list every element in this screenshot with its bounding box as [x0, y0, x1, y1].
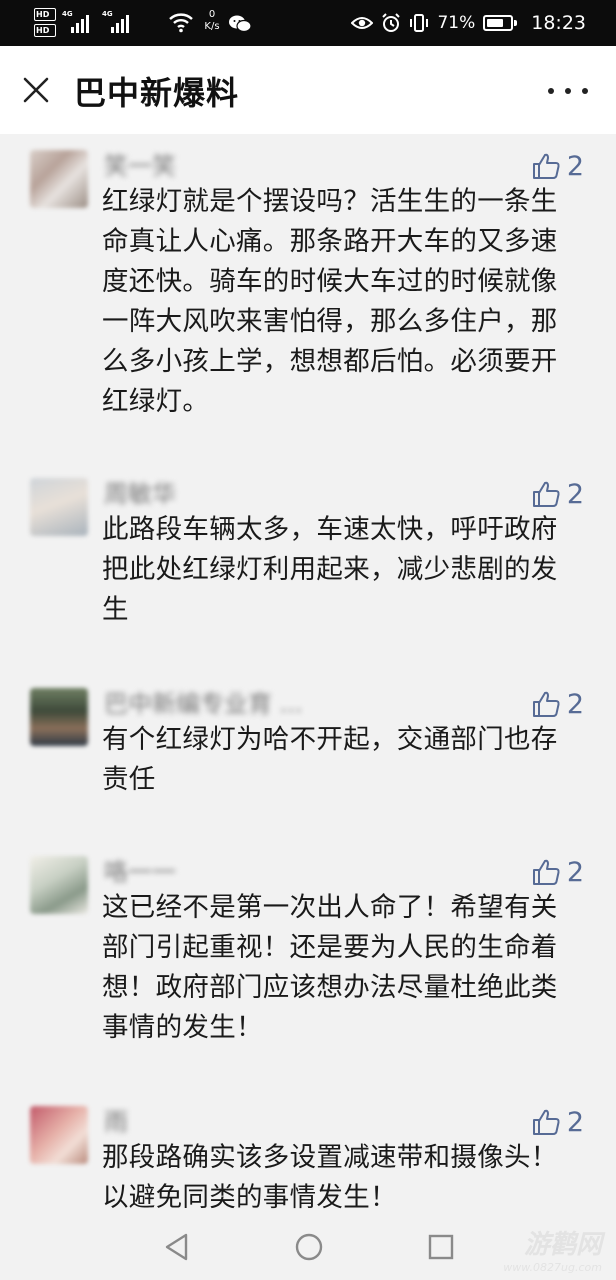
- header: 巴中新爆料: [0, 46, 616, 134]
- battery-fill: [487, 19, 503, 27]
- watermark-brand: 游鹳网: [523, 1230, 602, 1260]
- avatar[interactable]: [30, 1106, 88, 1164]
- hd-badge-1: HD: [34, 8, 56, 21]
- like-count: 2: [566, 150, 584, 182]
- net-speed: 0 K/s: [199, 9, 225, 33]
- like-button[interactable]: 2: [531, 856, 584, 888]
- clock: 18:23: [531, 12, 586, 34]
- watermark-url: www.0827ug.com: [503, 1261, 602, 1274]
- hd-badge-2: HD: [34, 24, 56, 37]
- close-button[interactable]: [18, 72, 54, 108]
- wechat-icon: [229, 15, 252, 33]
- watermark: 游鹳网 www.0827ug.com: [503, 1224, 602, 1274]
- more-icon-dot: [582, 88, 588, 94]
- hd-icon: HD HD: [34, 8, 56, 40]
- eye-icon: [351, 17, 374, 29]
- recent-apps-icon[interactable]: [426, 1232, 456, 1262]
- thumbs-up-icon: [532, 481, 560, 507]
- like-button[interactable]: 2: [531, 688, 584, 720]
- comment-author[interactable]: 笑一笑: [104, 146, 176, 180]
- like-count: 2: [566, 478, 584, 510]
- status-bar: HD HD 4G 4G 0 K/s 71% 18:23: [0, 0, 616, 46]
- alarm-icon: [382, 13, 401, 32]
- battery-percent: 71%: [437, 13, 476, 33]
- back-icon[interactable]: [160, 1230, 194, 1264]
- more-icon-dot: [565, 88, 571, 94]
- vibrate-icon: [410, 14, 429, 32]
- home-icon[interactable]: [292, 1230, 326, 1264]
- thumbs-up-icon: [532, 153, 560, 179]
- thumbs-up-icon: [532, 1109, 560, 1135]
- comment-text: 这已经不是第一次出人命了！希望有关部门引起重视！还是要为人民的生命着想！政府部门…: [102, 892, 558, 1043]
- avatar[interactable]: [30, 688, 88, 746]
- avatar[interactable]: [30, 150, 88, 208]
- comment-author[interactable]: 雨: [104, 1102, 128, 1136]
- thumbs-up-icon: [532, 859, 560, 885]
- wifi-icon: [169, 13, 193, 33]
- more-button[interactable]: [548, 76, 588, 106]
- like-count: 2: [566, 856, 584, 888]
- like-button[interactable]: 2: [531, 478, 584, 510]
- comment-text: 那段路确实该多设置减速带和摄像头！以避免同类的事情发生！: [102, 1142, 558, 1213]
- net-speed-value: 0: [208, 9, 216, 20]
- avatar[interactable]: [30, 478, 88, 536]
- like-button[interactable]: 2: [531, 150, 584, 182]
- more-icon: [548, 88, 554, 94]
- status-right: 71% 18:23: [351, 0, 586, 46]
- comment-text: 此路段车辆太多，车速太快，呼吁政府把此处红绿灯利用起来，减少悲剧的发生: [102, 514, 558, 625]
- navigation-bar: 游鹳网 www.0827ug.com: [0, 1214, 616, 1280]
- battery-icon: [483, 15, 518, 31]
- like-count: 2: [566, 688, 584, 720]
- like-count: 2: [566, 1106, 584, 1138]
- comment-author[interactable]: 咯一一: [104, 852, 176, 886]
- thumbs-up-icon: [532, 691, 560, 717]
- like-button[interactable]: 2: [531, 1106, 584, 1138]
- comment-text: 有个红绿灯为哈不开起，交通部门也存责任: [102, 724, 558, 795]
- net-speed-unit: K/s: [204, 21, 220, 32]
- page-title: 巴中新爆料: [74, 74, 240, 112]
- comment-author[interactable]: 巴中新编专业育 ...: [104, 684, 303, 718]
- close-icon: [23, 77, 49, 103]
- avatar[interactable]: [30, 856, 88, 914]
- comment-text: 红绿灯就是个摆设吗？活生生的一条生命真让人心痛。那条路开大车的又多速度还快。骑车…: [102, 186, 558, 417]
- comment-author[interactable]: 周敏华: [104, 474, 176, 508]
